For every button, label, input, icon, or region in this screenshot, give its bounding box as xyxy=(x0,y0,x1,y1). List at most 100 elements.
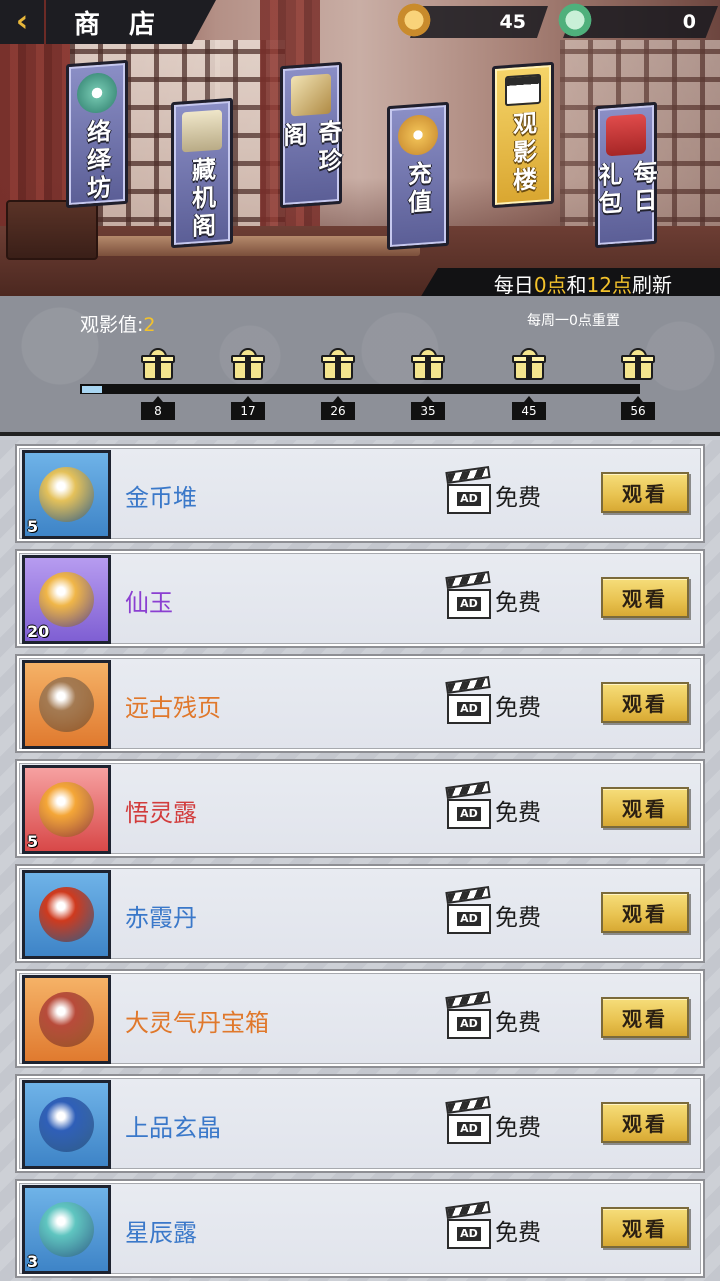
watch-ad-button[interactable]: 观看 xyxy=(601,892,689,933)
gift-ribbon xyxy=(425,355,431,380)
refresh-text: 刷新 xyxy=(632,272,672,297)
list-item: 大灵气丹宝箱 AD 免费 观看 xyxy=(15,969,705,1068)
clapper-body: AD xyxy=(447,484,491,514)
milestone-gift-icon[interactable] xyxy=(321,348,355,382)
watch-ad-button[interactable]: 观看 xyxy=(601,1207,689,1248)
watch-value-caption: 观影值: xyxy=(80,314,144,336)
tab-daily-gift[interactable]: 每日礼包 xyxy=(594,101,657,249)
milestone-label: 8 xyxy=(141,396,175,420)
gift-ribbon xyxy=(245,355,251,380)
item-thumbnail[interactable] xyxy=(22,660,111,749)
item-quantity: 20 xyxy=(27,622,50,641)
milestone-gift-icon[interactable] xyxy=(411,348,445,382)
tab-qizhenge[interactable]: 奇珍阁 xyxy=(279,61,342,209)
tab-label: 观影楼 xyxy=(508,110,537,197)
row-background xyxy=(19,553,701,644)
watch-ad-button[interactable]: 观看 xyxy=(601,997,689,1038)
price-label: 免费 xyxy=(495,1115,541,1141)
item-name: 上品玄晶 xyxy=(125,1114,221,1142)
milestone-gift-icon[interactable] xyxy=(512,348,546,382)
item-thumbnail[interactable]: 5 xyxy=(22,450,111,539)
tab-label: 藏机阁 xyxy=(187,156,216,243)
title-plate: 商 店 xyxy=(46,0,216,44)
row-background xyxy=(19,1183,701,1274)
gift-ribbon xyxy=(526,355,532,380)
list-item: 上品玄晶 AD 免费 观看 xyxy=(15,1074,705,1173)
clapper-body: AD xyxy=(447,904,491,934)
watch-ad-button[interactable]: 观看 xyxy=(601,682,689,723)
ad-clapper-icon: AD xyxy=(445,465,491,514)
item-thumbnail[interactable] xyxy=(22,1080,111,1169)
item-thumbnail[interactable]: 20 xyxy=(22,555,111,644)
ancient-page-icon xyxy=(39,677,94,732)
milestone-label: 17 xyxy=(231,396,265,420)
row-background xyxy=(19,658,701,749)
ad-clapper-icon: AD xyxy=(445,1095,491,1144)
tab-recharge[interactable]: 充值 xyxy=(387,101,449,251)
tab-label: 络绎坊 xyxy=(82,118,111,205)
dragon-statue-icon xyxy=(77,71,117,115)
price-label: 免费 xyxy=(495,1010,541,1036)
gold-coins-icon xyxy=(39,467,94,522)
watch-ad-button[interactable]: 观看 xyxy=(601,1102,689,1143)
gift-ribbon xyxy=(155,355,161,380)
milestone-label: 35 xyxy=(411,396,445,420)
tab-cangjige[interactable]: 藏机阁 xyxy=(171,97,233,249)
jade-coin-icon xyxy=(39,572,94,627)
progress-bar xyxy=(80,384,640,394)
watch-ad-button[interactable]: 观看 xyxy=(601,472,689,513)
row-background xyxy=(19,763,701,854)
clapper-body: AD xyxy=(447,1009,491,1039)
tab-luoyifang[interactable]: 络绎坊 xyxy=(66,59,128,209)
ad-clapper-icon: AD xyxy=(445,990,491,1039)
item-name: 远古残页 xyxy=(125,694,221,722)
milestone-gift-icon[interactable] xyxy=(231,348,265,382)
price-label: 免费 xyxy=(495,800,541,826)
item-thumbnail[interactable]: 5 xyxy=(22,765,111,854)
tab-label: 奇珍阁 xyxy=(279,118,342,177)
ad-clapper-icon: AD xyxy=(445,1200,491,1249)
item-name: 悟灵露 xyxy=(125,799,197,827)
watch-ad-button[interactable]: 观看 xyxy=(601,577,689,618)
tab-label: 充值 xyxy=(403,160,432,219)
ad-clapper-icon: AD xyxy=(445,570,491,619)
treasure-chest-icon xyxy=(39,992,94,1047)
jade-coin-icon xyxy=(398,113,438,157)
dew-drop-icon xyxy=(39,782,94,837)
item-thumbnail[interactable] xyxy=(22,870,111,959)
row-background xyxy=(19,1078,701,1169)
item-quantity: 5 xyxy=(27,517,39,536)
item-thumbnail[interactable] xyxy=(22,975,111,1064)
clapper-body: AD xyxy=(447,1114,491,1144)
display-table xyxy=(90,236,420,256)
top-bar: ‹ 商 店 45 0 xyxy=(0,0,720,46)
red-pill-icon xyxy=(39,887,94,942)
watch-value-panel: 观影值:2 每周一0点重置 8 17 26 35 45 56 xyxy=(0,296,720,436)
refresh-text: 和 xyxy=(566,272,587,297)
refresh-text: 每日 xyxy=(493,272,534,297)
item-name: 仙玉 xyxy=(125,589,173,617)
item-quantity: 5 xyxy=(27,832,39,851)
milestone-label: 26 xyxy=(321,396,355,420)
list-item: 赤霞丹 AD 免费 观看 xyxy=(15,864,705,963)
star-dew-vessel-icon xyxy=(39,1202,94,1257)
weekly-reset-note: 每周一0点重置 xyxy=(527,313,620,329)
tab-label: 每日礼包 xyxy=(594,158,657,220)
clapper-body: AD xyxy=(447,1219,491,1249)
page-title: 商 店 xyxy=(74,9,166,40)
scroll-icon xyxy=(182,109,222,153)
item-thumbnail[interactable]: 3 xyxy=(22,1185,111,1274)
item-name: 金币堆 xyxy=(125,484,197,512)
crystal-icon xyxy=(39,1097,94,1152)
milestone-label: 56 xyxy=(621,396,655,420)
list-item: 5 悟灵露 AD 免费 观看 xyxy=(15,759,705,858)
watch-ad-button[interactable]: 观看 xyxy=(601,787,689,828)
milestone-gift-icon[interactable] xyxy=(621,348,655,382)
list-item: 5 金币堆 AD 免费 观看 xyxy=(15,444,705,543)
list-item: 远古残页 AD 免费 观看 xyxy=(15,654,705,753)
back-button[interactable]: ‹ xyxy=(0,0,44,44)
gold-jade-icon xyxy=(396,2,436,42)
tab-guanyinglou[interactable]: 观影楼 xyxy=(492,61,554,209)
milestone-gift-icon[interactable] xyxy=(141,348,175,382)
refresh-hour: 0点 xyxy=(533,272,567,297)
